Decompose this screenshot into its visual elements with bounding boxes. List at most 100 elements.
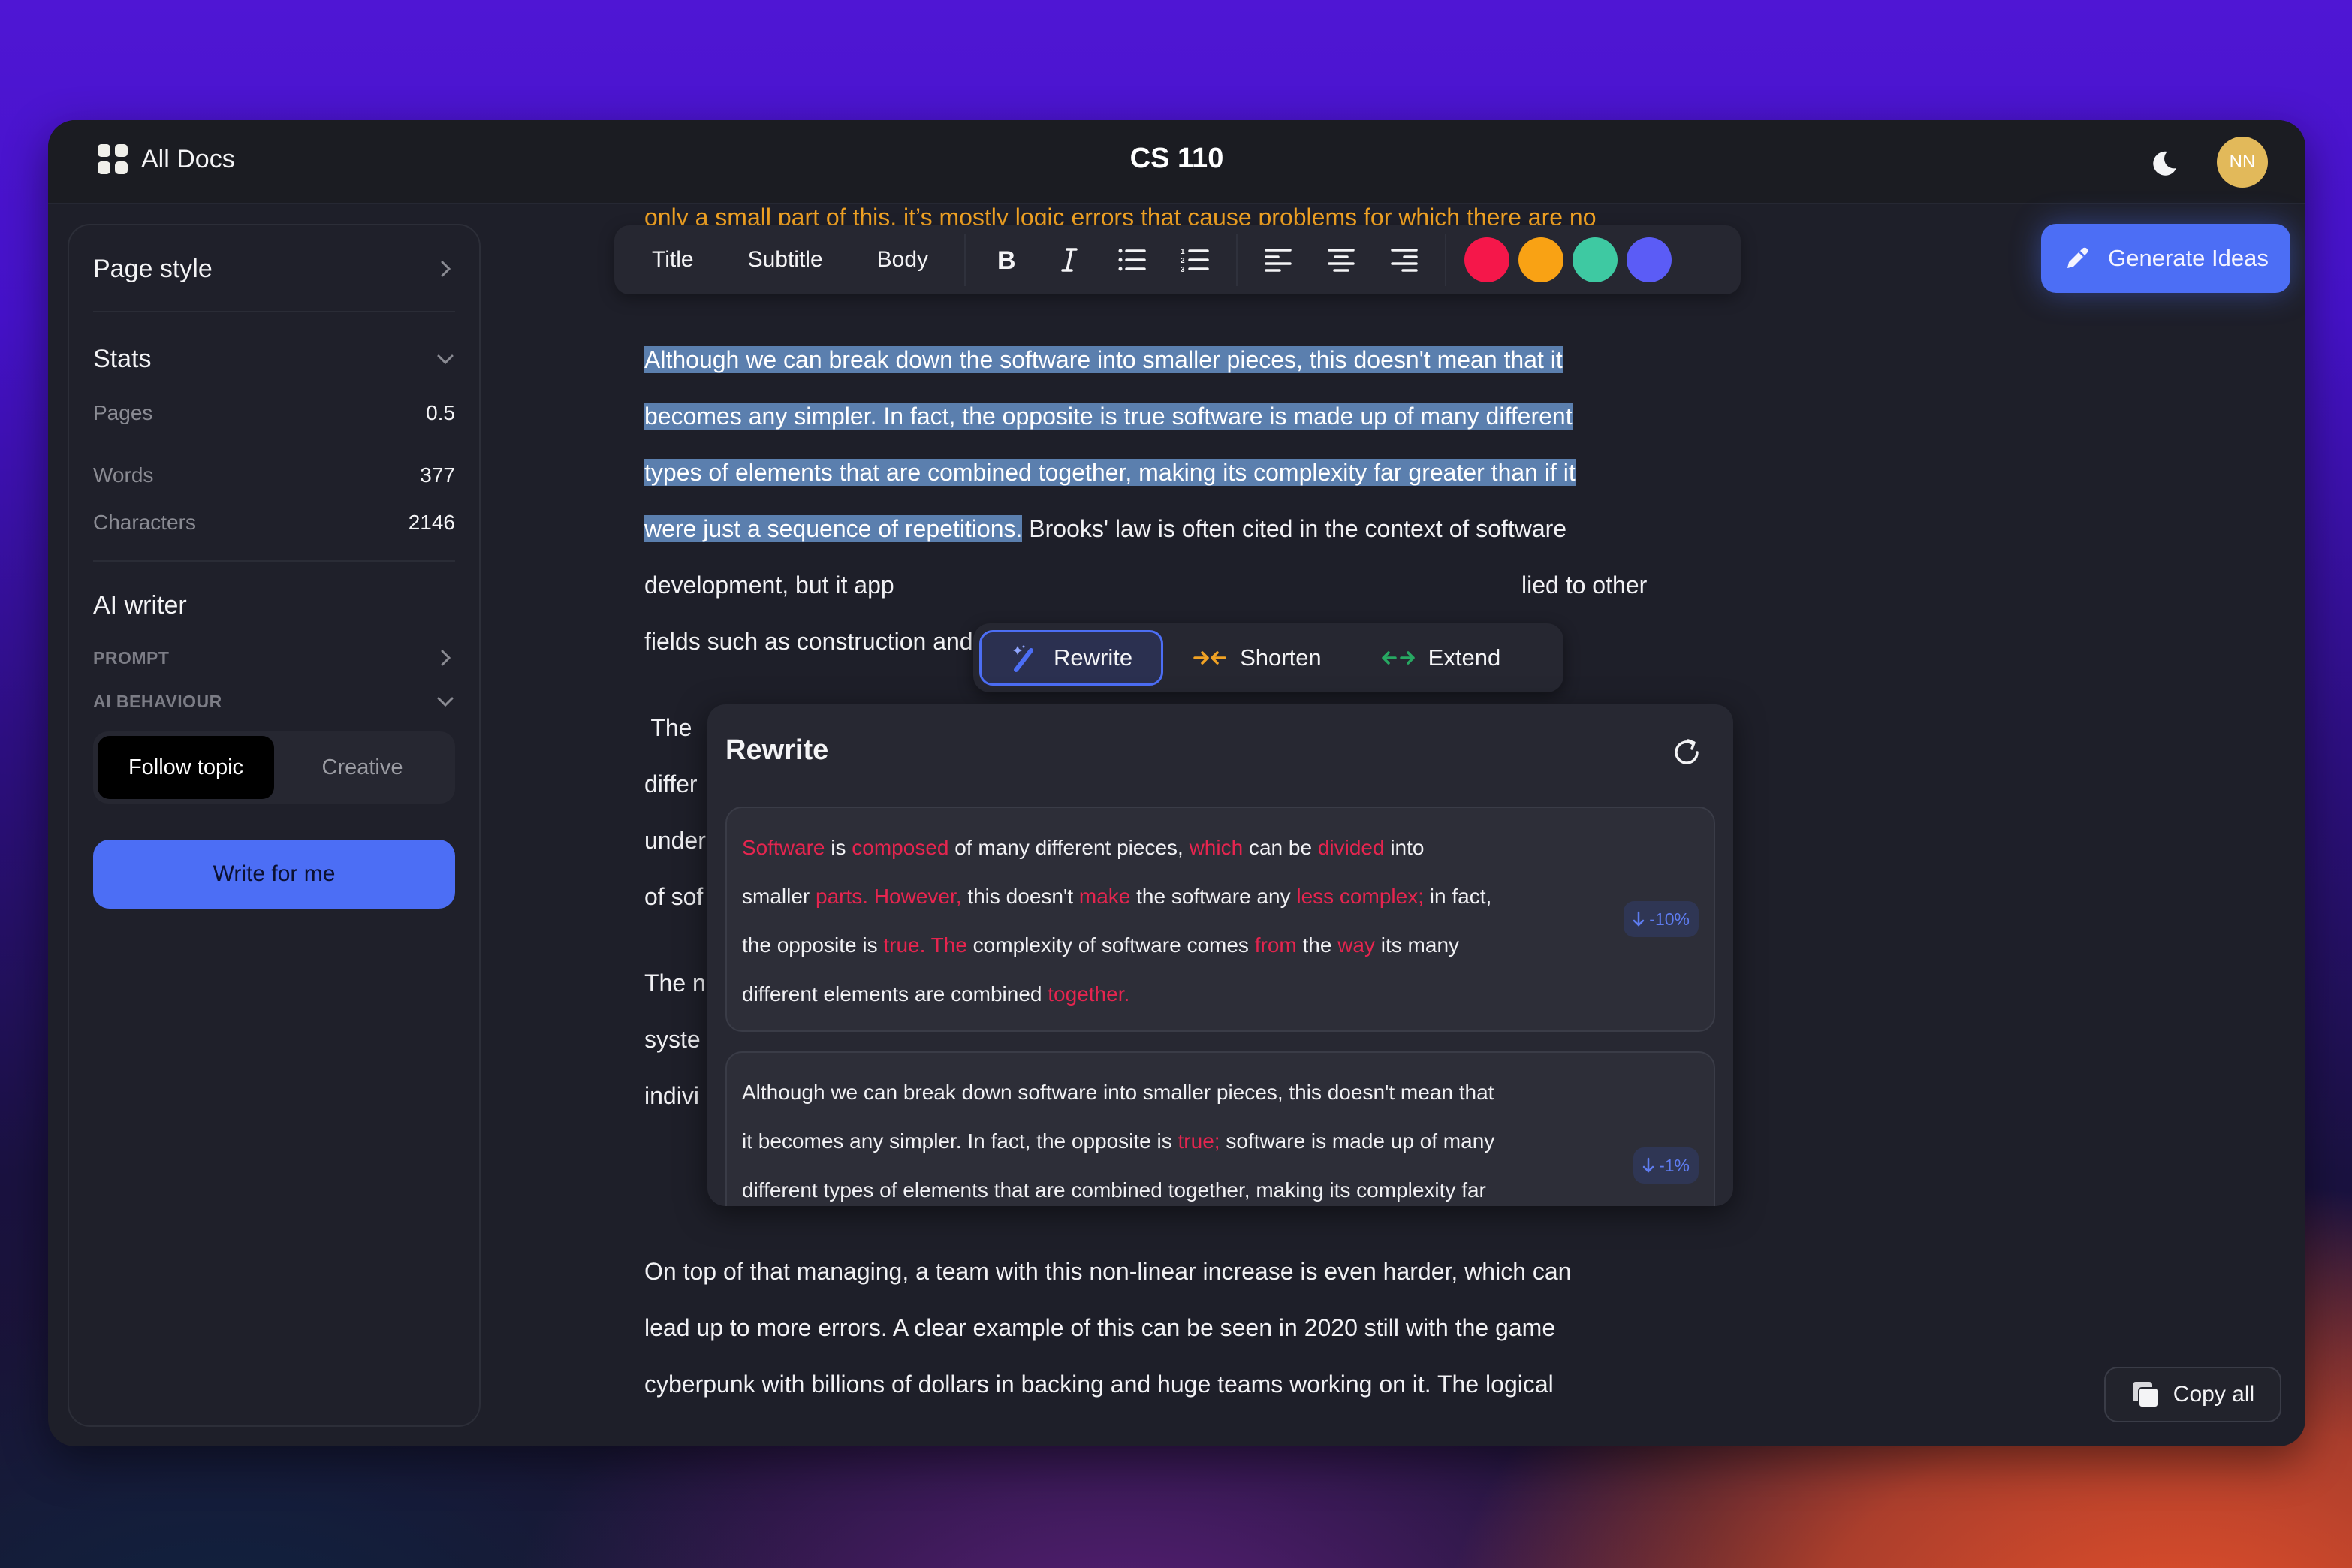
paragraph-line: On top of that managing, a team with thi… xyxy=(644,1258,1572,1285)
unchanged-text: software is made up of many xyxy=(1220,1129,1495,1153)
unchanged-text: of many different pieces, xyxy=(948,836,1190,859)
bullet-list-icon xyxy=(1118,249,1146,271)
grid-icon xyxy=(98,144,128,174)
unchanged-text: different types of elements that are com… xyxy=(742,1178,1486,1202)
chevron-right-icon xyxy=(441,650,451,666)
stats-header[interactable]: Stats xyxy=(93,335,455,383)
text: lied to other xyxy=(1521,571,1648,599)
divider xyxy=(93,560,455,562)
stat-label: Characters xyxy=(93,511,196,534)
all-docs-label: All Docs xyxy=(141,144,235,173)
suggestion-card[interactable]: Software is composed of many different p… xyxy=(725,807,1715,1032)
chevron-right-icon xyxy=(441,261,451,277)
generate-ideas-button[interactable]: Generate Ideas xyxy=(2041,224,2290,293)
style-title-button[interactable]: Title xyxy=(614,247,721,273)
refresh-icon[interactable] xyxy=(1670,736,1703,769)
write-for-me-button[interactable]: Write for me xyxy=(93,840,455,909)
arrow-down-icon xyxy=(1642,1157,1654,1173)
italic-button[interactable] xyxy=(1038,237,1101,282)
align-right-icon xyxy=(1391,249,1418,272)
pencil-icon xyxy=(2067,247,2088,268)
stat-row-characters: Characters 2146 xyxy=(93,506,455,539)
arrow-down-icon xyxy=(1633,911,1645,927)
color-green-swatch[interactable] xyxy=(1573,237,1618,282)
color-blue-swatch[interactable] xyxy=(1627,237,1672,282)
shorten-button[interactable]: Shorten xyxy=(1163,630,1352,686)
divider xyxy=(93,311,455,312)
page-style-row[interactable]: Page style xyxy=(93,245,455,293)
shorten-label: Shorten xyxy=(1240,644,1322,671)
paragraph-line: were just a sequence of repetitions. Bro… xyxy=(644,501,1726,557)
suggestion-line: Software is composed of many different p… xyxy=(742,823,1598,872)
selected-text-line: Although we can break down the software … xyxy=(644,332,1726,388)
toolbar-divider xyxy=(1445,234,1447,286)
extend-button[interactable]: Extend xyxy=(1352,630,1531,686)
changed-word: parts. However, xyxy=(816,885,962,908)
chevron-down-icon xyxy=(437,697,454,707)
changed-word: divided xyxy=(1317,836,1385,859)
align-left-button[interactable] xyxy=(1247,237,1310,282)
changed-word: way xyxy=(1337,933,1375,957)
moon-icon[interactable] xyxy=(2149,149,2179,179)
svg-text:1: 1 xyxy=(1181,248,1185,256)
generate-ideas-label: Generate Ideas xyxy=(2108,245,2269,271)
unchanged-text: the software any xyxy=(1130,885,1297,908)
unchanged-text: smaller xyxy=(742,885,816,908)
paragraph-line: lead up to more errors. A clear example … xyxy=(644,1314,1556,1341)
suggestion-card[interactable]: Although we can break down software into… xyxy=(725,1051,1715,1206)
toolbar-divider xyxy=(1236,234,1238,286)
color-orange-swatch[interactable] xyxy=(1518,237,1564,282)
selected-text-line: types of elements that are combined toge… xyxy=(644,445,1726,501)
style-body-button[interactable]: Body xyxy=(850,247,955,273)
stat-row-pages: Pages 0.5 xyxy=(93,397,455,430)
ai-behaviour-toggle: Follow topic Creative xyxy=(93,731,455,804)
copy-icon xyxy=(2132,1382,2159,1408)
text: Brooks' law is often cited in the contex… xyxy=(1022,515,1567,542)
follow-topic-option[interactable]: Follow topic xyxy=(98,736,274,799)
unchanged-text: into xyxy=(1384,836,1425,859)
changed-word: less complex; xyxy=(1296,885,1424,908)
unchanged-text: complexity of software comes xyxy=(966,933,1255,957)
unchanged-text: can be xyxy=(1243,836,1318,859)
italic-icon xyxy=(1061,248,1078,272)
text: development, but it app xyxy=(644,571,894,599)
suggestion-text: Although we can break down software into… xyxy=(742,1068,1598,1206)
selection: were just a sequence of repetitions. xyxy=(644,515,1023,542)
bullet-list-button[interactable] xyxy=(1101,237,1164,282)
changed-word: from xyxy=(1254,933,1297,957)
style-subtitle-button[interactable]: Subtitle xyxy=(721,247,850,273)
unchanged-text: the xyxy=(1296,933,1338,957)
rewrite-button[interactable]: Rewrite xyxy=(979,630,1164,686)
copy-all-label: Copy all xyxy=(2173,1382,2255,1407)
stat-value: 0.5 xyxy=(426,401,455,424)
toolbar-divider xyxy=(964,234,966,286)
unchanged-text: Although we can break down software into… xyxy=(742,1081,1494,1104)
ai-behaviour-row[interactable]: AI BEHAVIOUR xyxy=(93,688,455,715)
copy-all-button[interactable]: Copy all xyxy=(2104,1367,2281,1422)
suggestion-line: Although we can break down software into… xyxy=(742,1068,1598,1117)
prompt-row[interactable]: PROMPT xyxy=(93,644,455,671)
unchanged-text: it becomes any simpler. In fact, the opp… xyxy=(742,1129,1178,1153)
chevron-down-icon xyxy=(437,354,454,365)
stats-title: Stats xyxy=(93,344,152,373)
ai-writer-header: AI writer xyxy=(93,583,455,628)
align-right-button[interactable] xyxy=(1373,237,1436,282)
numbered-list-button[interactable]: 123 xyxy=(1164,237,1227,282)
unchanged-text: different elements are combined xyxy=(742,982,1048,1006)
bold-icon: B xyxy=(997,246,1016,273)
suggestion-text: Software is composed of many different p… xyxy=(742,823,1598,1018)
prompt-label: PROMPT xyxy=(93,647,170,668)
svg-text:B: B xyxy=(997,246,1016,273)
selection: Although we can break down the software … xyxy=(644,346,1563,373)
unchanged-text: its many xyxy=(1375,933,1460,957)
suggestion-line: the opposite is true. The complexity of … xyxy=(742,921,1598,969)
align-center-button[interactable] xyxy=(1310,237,1373,282)
bold-button[interactable]: B xyxy=(975,237,1038,282)
ai-writer-title: AI writer xyxy=(93,590,187,620)
svg-text:3: 3 xyxy=(1181,266,1185,273)
color-red-swatch[interactable] xyxy=(1464,237,1510,282)
creative-option[interactable]: Creative xyxy=(274,736,451,799)
avatar[interactable]: NN xyxy=(2217,137,2268,188)
rewrite-panel: Rewrite Software is composed of many dif… xyxy=(707,704,1733,1206)
all-docs-button[interactable]: All Docs xyxy=(98,144,235,174)
